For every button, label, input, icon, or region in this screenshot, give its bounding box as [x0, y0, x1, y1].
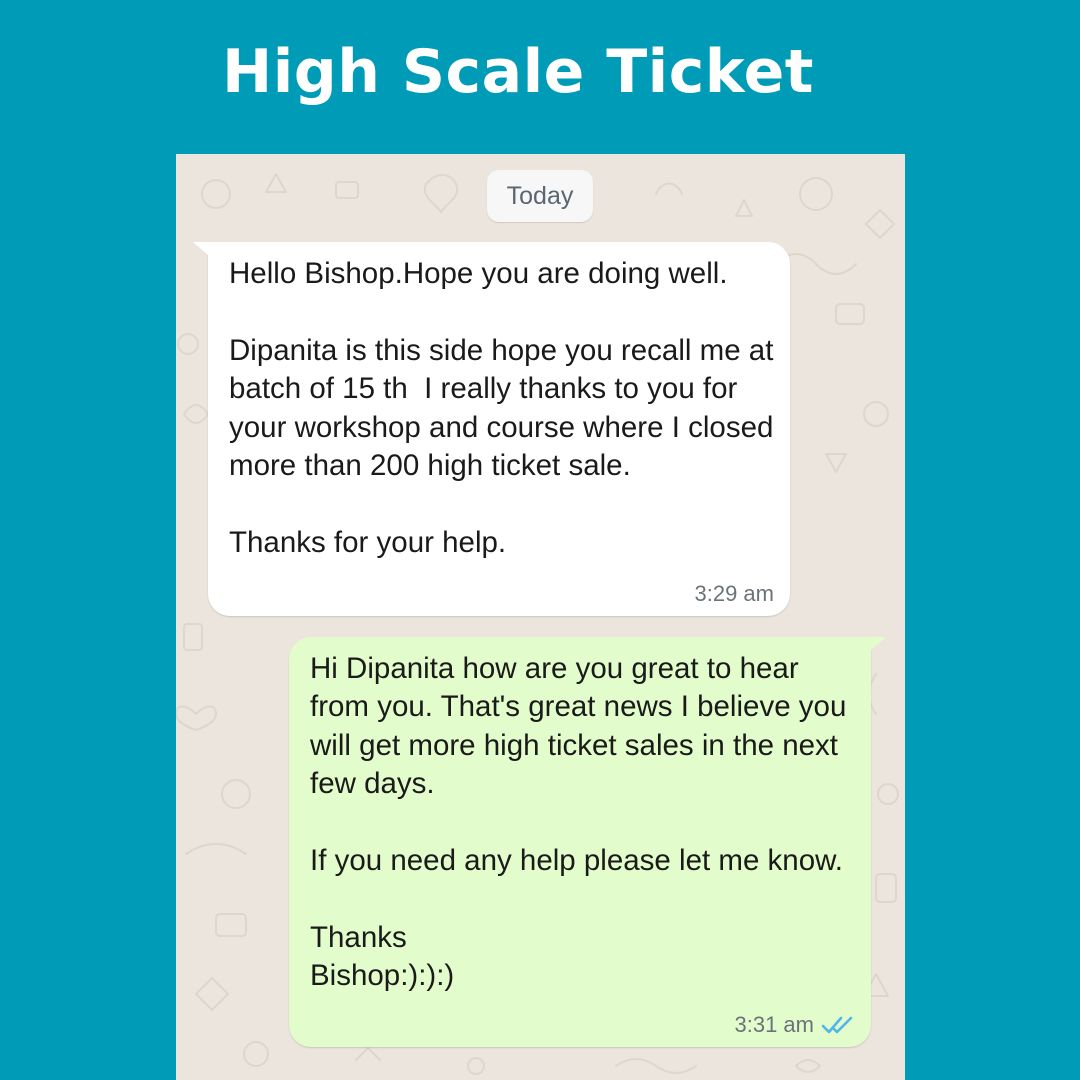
bubble-tail: [193, 242, 209, 256]
chat-screenshot: Today Hello Bishop.Hope you are doing we…: [176, 154, 905, 1080]
message-time: 3:31 am: [734, 1012, 815, 1037]
incoming-message-bubble[interactable]: Hello Bishop.Hope you are doing well. Di…: [193, 242, 790, 616]
message-text: Hello Bishop.Hope you are doing well. Di…: [229, 257, 774, 559]
outgoing-message-bubble[interactable]: Hi Dipanita how are you great to hear fr…: [289, 637, 886, 1047]
message-time: 3:29 am: [694, 581, 775, 606]
double-check-read-icon: [821, 1016, 853, 1034]
message-meta: 3:29 am: [695, 580, 775, 608]
bubble-tail: [870, 637, 886, 651]
date-chip: Today: [487, 170, 593, 222]
message-text: Hi Dipanita how are you great to hear fr…: [310, 652, 847, 993]
page-title: High Scale Ticket: [222, 37, 814, 107]
message-meta: 3:31 am: [735, 1011, 856, 1039]
